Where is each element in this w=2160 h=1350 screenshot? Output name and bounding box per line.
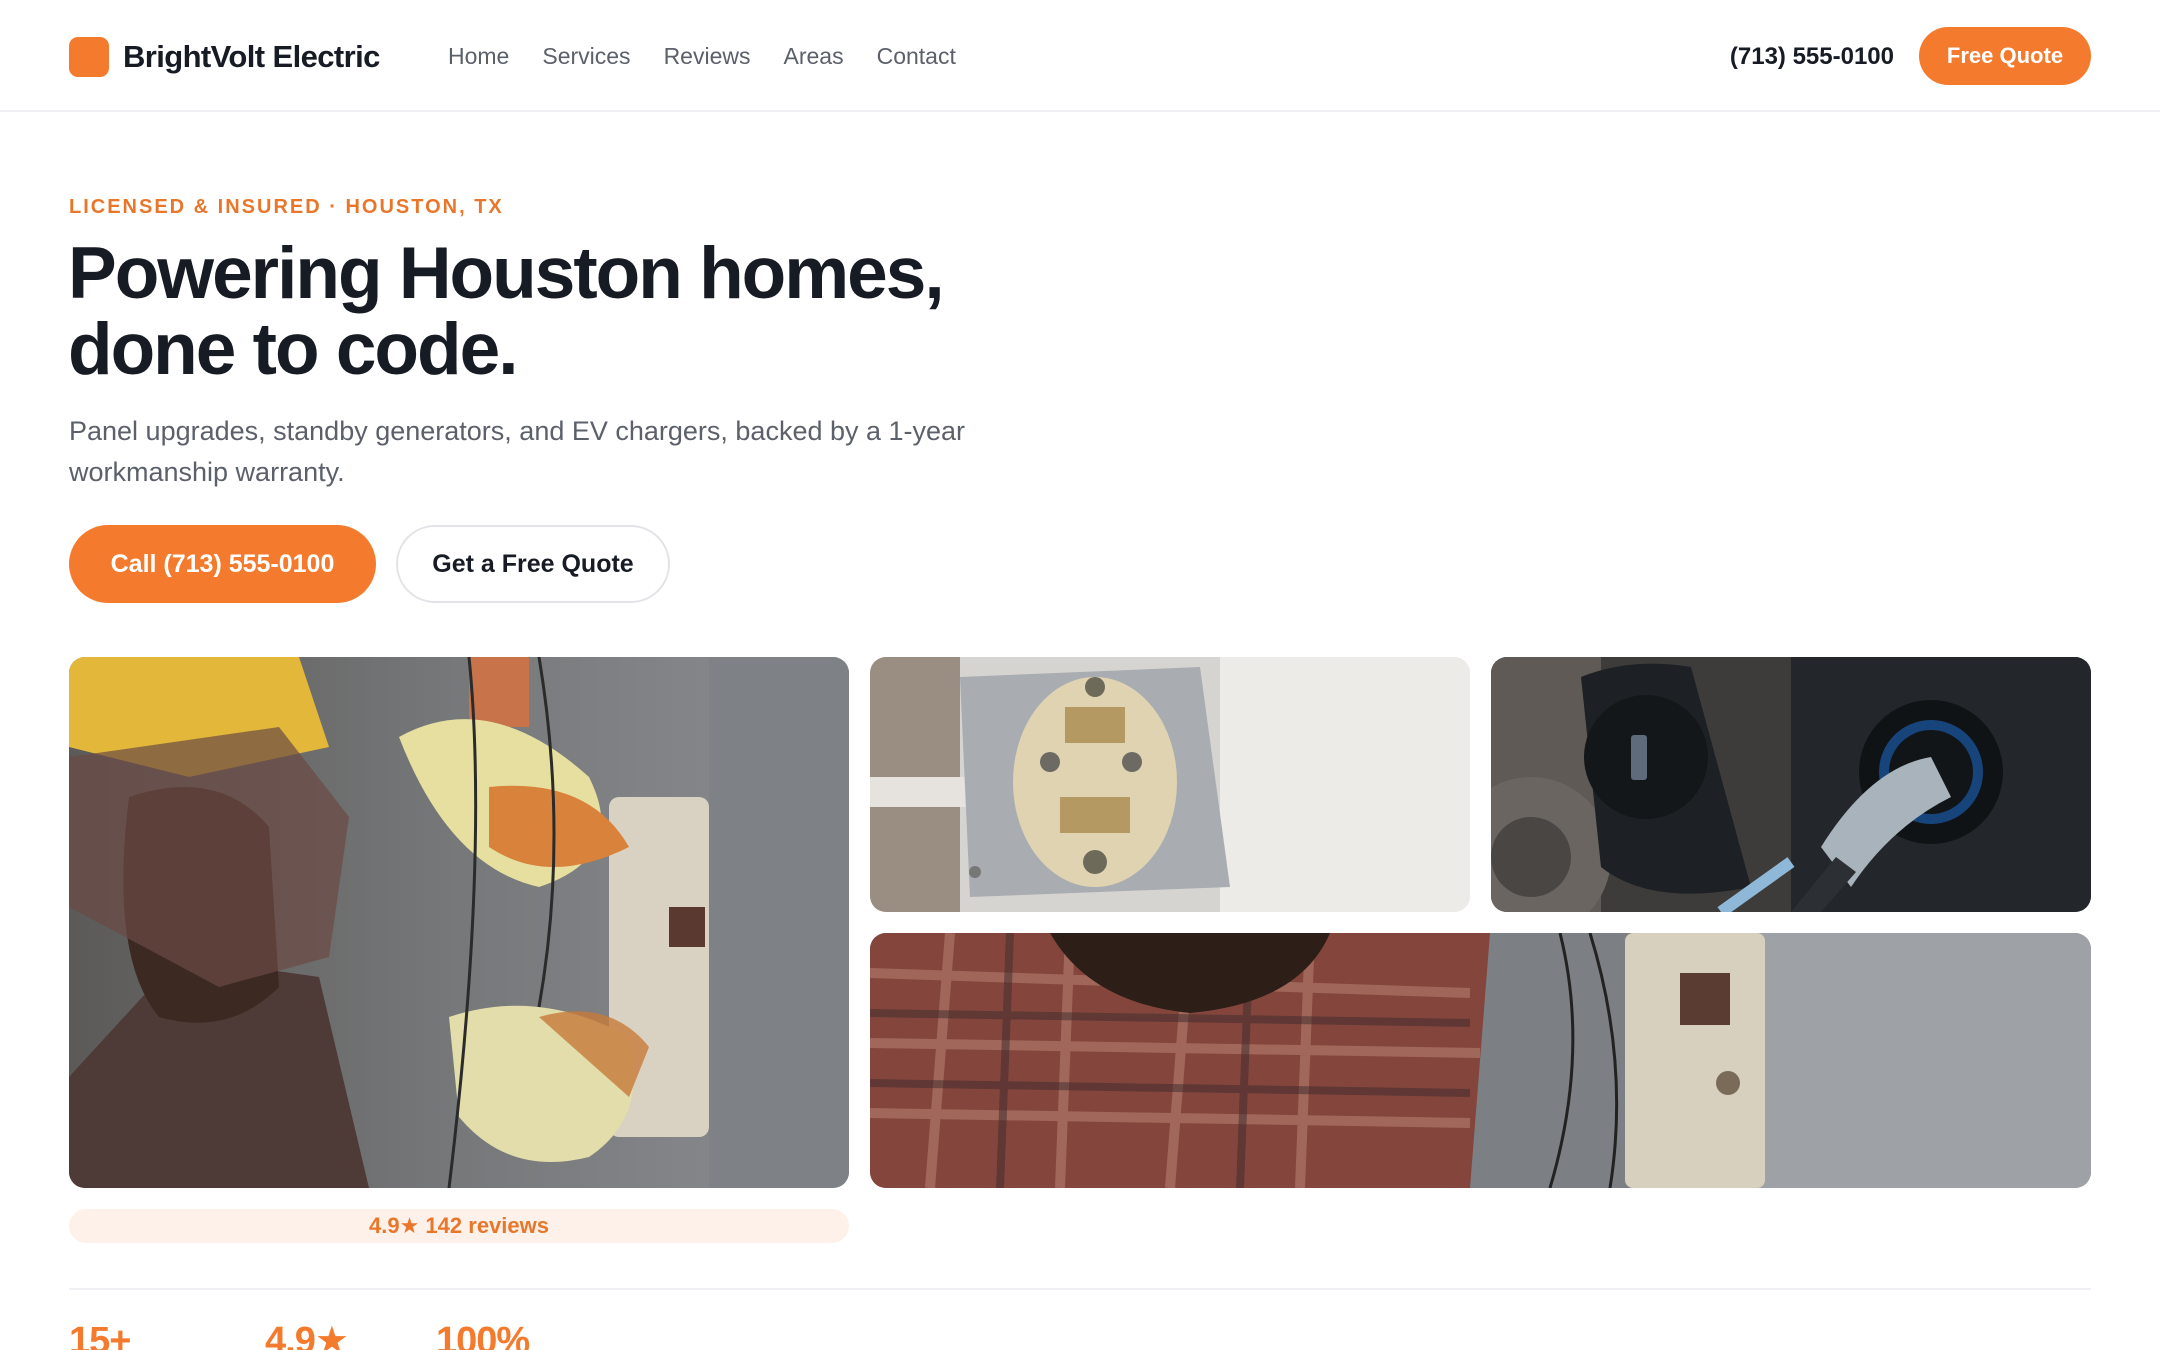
hero-headline-line1: Powering Houston homes, (68, 233, 945, 314)
nav-link-contact[interactable]: Contact (877, 43, 956, 70)
header-phone-link[interactable]: (713) 555-0100 (1730, 43, 1894, 71)
site-header: BrightVolt Electric Home Services Review… (0, 0, 2160, 112)
nav-link-reviews[interactable]: Reviews (664, 43, 751, 70)
brand-logo[interactable]: BrightVolt Electric (69, 37, 380, 77)
main-nav: Home Services Reviews Areas Contact (448, 43, 989, 70)
get-free-quote-button[interactable]: Get a Free Quote (396, 525, 670, 603)
nav-link-areas[interactable]: Areas (783, 43, 843, 70)
nav-link-home[interactable]: Home (448, 43, 509, 70)
wall-outlet-wiring-photo (870, 657, 1470, 912)
brand-name: BrightVolt Electric (123, 39, 380, 74)
stat-rating: 4.9★ (265, 1320, 349, 1350)
call-now-button[interactable]: Call (713) 555-0100 (69, 525, 376, 603)
electrician-closeup-panel-photo (870, 933, 2091, 1188)
hero-eyebrow: LICENSED & INSURED · HOUSTON, TX (69, 196, 504, 218)
electrician-working-on-panel-photo (69, 657, 849, 1188)
header-free-quote-button[interactable]: Free Quote (1919, 27, 2091, 85)
section-divider (69, 1288, 2091, 1290)
hero-headline: Powering Houston homes, done to code. (68, 236, 1068, 388)
stat-years: 15+ (69, 1320, 131, 1350)
stat-satisfaction: 100% (436, 1320, 530, 1350)
rating-badge: 4.9★ 142 reviews (69, 1209, 849, 1243)
nav-link-services[interactable]: Services (542, 43, 630, 70)
ev-charger-plug-photo (1491, 657, 2091, 912)
hero-headline-line2: done to code. (68, 309, 519, 390)
hero-subhead: Panel upgrades, standby generators, and … (69, 416, 966, 487)
brand-icon (69, 37, 109, 77)
